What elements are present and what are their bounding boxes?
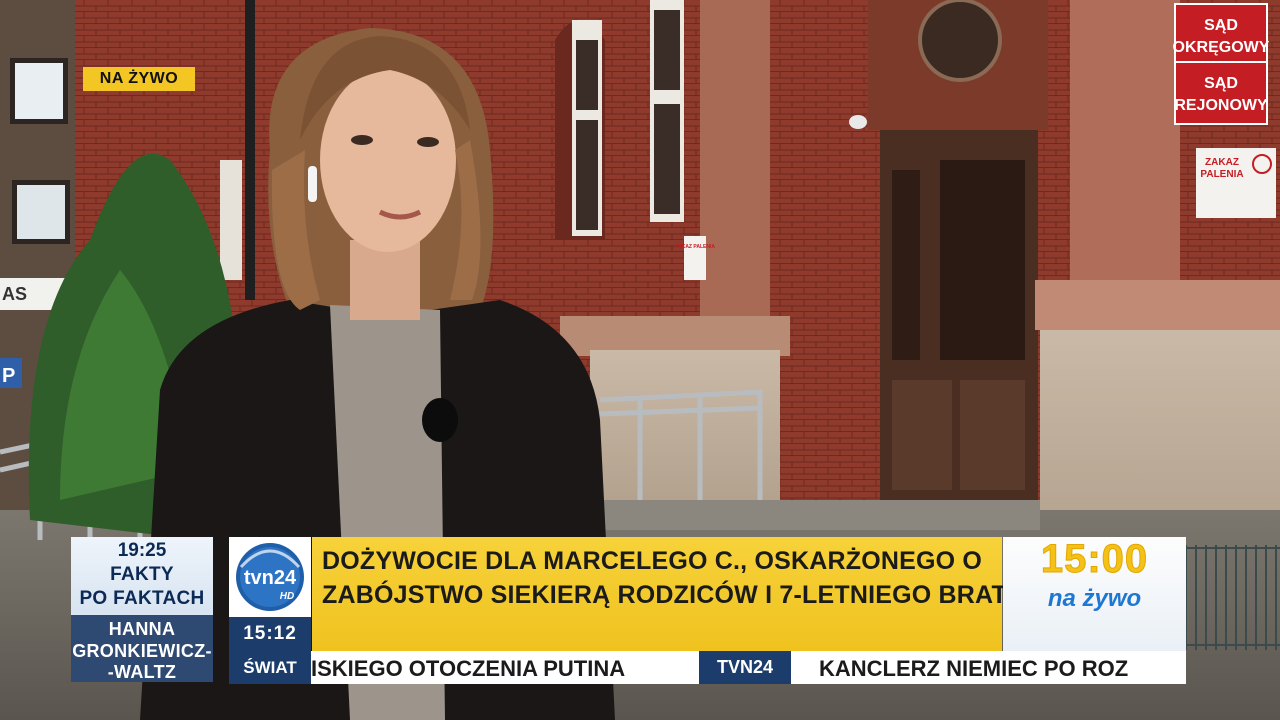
show-time-box: 15:00 na żywo xyxy=(1003,537,1186,651)
tvn24-logo-icon: tvn24 HD xyxy=(236,543,304,611)
svg-text:ZAKAZ PALENIA: ZAKAZ PALENIA xyxy=(675,244,715,250)
court-sign-regional xyxy=(1174,61,1268,125)
svg-text:ZAKAZ: ZAKAZ xyxy=(1205,157,1239,168)
court-sign-district xyxy=(1174,3,1268,67)
live-badge: NA ŻYWO xyxy=(83,67,195,91)
program-info-box: 19:25 FAKTY PO FAKTACH HANNA GRONKIEWICZ… xyxy=(71,537,213,682)
ticker-text-2: KANCLERZ NIEMIEC PO ROZ xyxy=(819,656,1129,681)
svg-text:SĄD: SĄD xyxy=(1204,17,1238,34)
show-subtitle: na żywo xyxy=(1047,585,1142,612)
security-camera-icon xyxy=(849,115,867,129)
show-time: 15:00 xyxy=(1040,537,1149,582)
lamp-pole xyxy=(245,0,255,300)
parking-sign-text: P xyxy=(2,365,15,387)
svg-text:REJONOWY: REJONOWY xyxy=(1174,97,1268,114)
logo-text: tvn24 xyxy=(244,567,297,589)
face xyxy=(320,68,456,252)
headline-banner: DOŻYWOCIE DLA MARCELEGO C., OSKARŻONEGO … xyxy=(312,537,1023,651)
headline-line2: ZABÓJSTWO SIEKIERĄ RODZICÓW I 7-LETNIEGO… xyxy=(322,581,1024,609)
program-title-line1: FAKTY xyxy=(110,564,174,585)
logo-sub: HD xyxy=(280,591,294,602)
clock: 15:12 xyxy=(229,617,311,651)
lapel-microphone xyxy=(422,398,458,442)
no-smoking-sign-small xyxy=(684,236,706,280)
program-guest-line2: GRONKIEWICZ- xyxy=(72,641,212,661)
ticker-text-1: ISKIEGO OTOCZENIA PUTINA xyxy=(311,656,626,681)
headline-line1: DOŻYWOCIE DLA MARCELEGO C., OSKARŻONEGO … xyxy=(322,547,983,575)
svg-text:OKRĘGOWY: OKRĘGOWY xyxy=(1173,39,1270,56)
channel-logo: tvn24 HD xyxy=(229,537,311,617)
program-guest-line1: HANNA xyxy=(108,619,176,639)
program-guest-line3: -WALTZ xyxy=(107,662,177,682)
ticker-brand: TVN24 xyxy=(699,651,791,684)
shop-sign-text: AS xyxy=(2,284,27,304)
earbud xyxy=(308,166,317,202)
svg-text:SĄD: SĄD xyxy=(1204,75,1238,92)
ticker-category: ŚWIAT xyxy=(229,651,311,684)
program-time: 19:25 xyxy=(117,540,167,561)
program-title-line2: PO FAKTACH xyxy=(79,588,205,609)
svg-text:PALENIA: PALENIA xyxy=(1200,169,1243,180)
news-ticker: ŚWIAT ISKIEGO OTOCZENIA PUTINA TVN24 KAN… xyxy=(229,651,1186,684)
